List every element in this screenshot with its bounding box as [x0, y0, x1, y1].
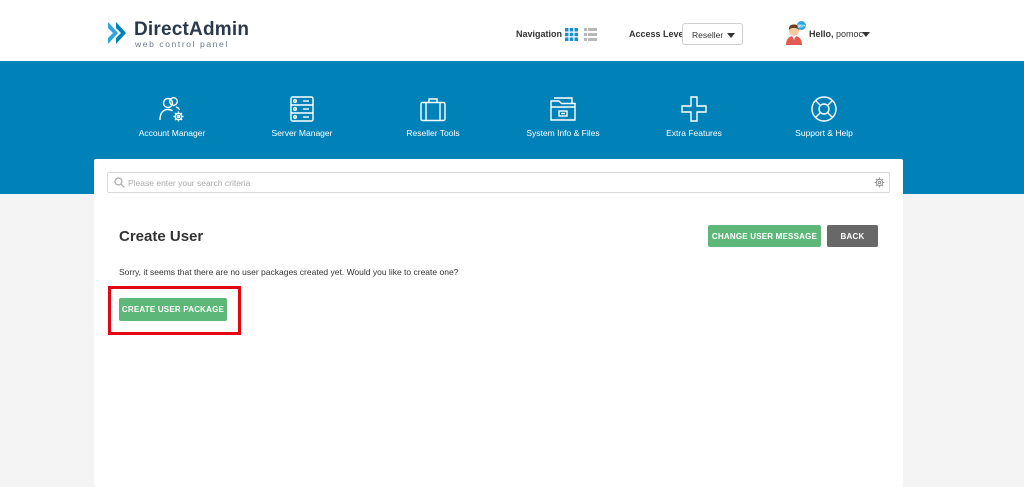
access-level-select[interactable]: Reseller: [682, 23, 743, 45]
menu-label: Support & Help: [795, 128, 853, 138]
username: pomoc: [836, 29, 864, 39]
menu-label: Account Manager: [138, 128, 206, 138]
change-user-message-button[interactable]: CHANGE USER MESSAGE: [708, 225, 821, 247]
search-input[interactable]: [128, 175, 858, 190]
brand-subtitle: web control panel: [135, 39, 229, 49]
grid-view-icon[interactable]: [565, 28, 578, 41]
navigation-label: Navigation: [516, 29, 563, 39]
notification-badge: 99+: [798, 23, 806, 28]
gear-icon[interactable]: [874, 177, 885, 188]
account-manager-icon: [159, 97, 184, 122]
page-title: Create User: [119, 228, 204, 245]
no-packages-message: Sorry, it seems that there are no user p…: [119, 267, 459, 277]
reseller-tools-icon: [420, 98, 446, 122]
top-bar: DirectAdmin web control panel Navigation…: [0, 0, 1024, 61]
user-menu-caret-icon[interactable]: [862, 32, 870, 37]
chevron-down-icon: [727, 33, 735, 38]
menu-server-manager[interactable]: Server Manager: [232, 95, 372, 145]
menu-label: Reseller Tools: [406, 128, 460, 138]
search-icon: [114, 177, 125, 188]
menu-label: System Info & Files: [526, 128, 600, 138]
extra-features-icon: [681, 96, 707, 122]
menu-label: Server Manager: [271, 128, 333, 138]
back-button[interactable]: BACK: [827, 225, 878, 247]
directadmin-logo-icon: [108, 22, 126, 44]
create-user-package-button[interactable]: CREATE USER PACKAGE: [119, 298, 227, 321]
list-view-icon[interactable]: [584, 28, 597, 41]
menu-account-manager[interactable]: Account Manager: [102, 95, 242, 145]
content-panel: Create User CHANGE USER MESSAGE BACK Sor…: [94, 159, 903, 487]
access-level-value: Reseller: [692, 30, 724, 40]
menu-support-help[interactable]: Support & Help: [754, 95, 894, 145]
greeting-label: Hello,: [809, 29, 834, 39]
user-avatar[interactable]: 99+: [782, 21, 806, 45]
support-help-icon: [811, 96, 837, 122]
directadmin-logo[interactable]: DirectAdmin web control panel: [106, 19, 249, 49]
brand-title: DirectAdmin: [134, 19, 250, 40]
server-manager-icon: [290, 96, 314, 122]
menu-reseller-tools[interactable]: Reseller Tools: [363, 95, 503, 145]
user-greeting: Hello, pomoc: [809, 29, 863, 39]
search-bar: [107, 172, 890, 193]
menu-system-info-files[interactable]: System Info & Files: [493, 95, 633, 145]
access-level-label: Access Level: [629, 29, 687, 39]
menu-label: Extra Features: [666, 128, 722, 138]
system-info-icon: [550, 97, 576, 121]
menu-extra-features[interactable]: Extra Features: [624, 95, 764, 145]
